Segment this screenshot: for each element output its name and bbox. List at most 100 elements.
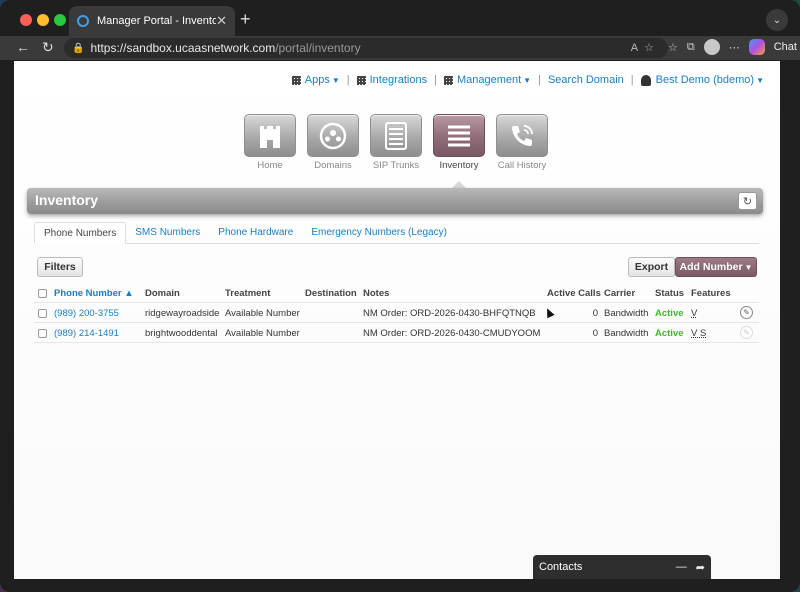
column-notes[interactable]: Notes: [363, 288, 389, 299]
contacts-panel[interactable]: Contacts — ➦: [533, 555, 711, 579]
active-calls-cell: 0: [592, 328, 598, 339]
tab-close-icon[interactable]: ✕: [216, 13, 227, 29]
user-menu[interactable]: Best Demo (bdemo) ▼: [640, 74, 764, 86]
read-aloud-favorite-icons[interactable]: A☆: [631, 41, 660, 54]
popout-arrow-icon[interactable]: ➦: [696, 561, 705, 574]
add-number-label: Add Number: [679, 261, 743, 273]
search-domain-link[interactable]: Search Domain: [548, 74, 624, 86]
list-icon: [433, 114, 485, 157]
inventory-header-bar: Inventory ↻: [27, 188, 763, 214]
treatment-cell: Available Number: [225, 308, 300, 319]
app-sip-trunks[interactable]: SIP Trunks: [370, 114, 422, 171]
user-icon: [640, 74, 651, 86]
edit-pencil-icon[interactable]: ✎: [740, 326, 753, 339]
top-navigation: Apps ▼ | Integrations | Management ▼ | Sea…: [291, 74, 764, 86]
features-cell[interactable]: V S: [691, 328, 706, 339]
column-active-calls[interactable]: Active Calls: [547, 288, 601, 299]
notes-cell: NM Order: ORD-2026-0430-CMUDYOOM: [363, 328, 541, 339]
site-icon: [77, 15, 89, 27]
address-toolbar: ← ↻ 🔒 https://sandbox.ucaasnetwork.com /…: [0, 36, 800, 60]
add-number-button[interactable]: Add Number ▼: [675, 257, 757, 277]
tab-bar: Manager Portal - Inventory ✕ + ⌄: [0, 0, 800, 36]
favorites-icon[interactable]: ☆: [668, 41, 678, 54]
sub-tab-bar: Phone Numbers SMS Numbers Phone Hardware…: [34, 222, 759, 244]
minimize-window-button[interactable]: [37, 14, 49, 26]
castle-icon: [244, 114, 296, 157]
domain-cell: ridgewayroadside: [145, 308, 220, 319]
page-content: Apps ▼ | Integrations | Management ▼ | Sea…: [14, 61, 780, 579]
apps-menu[interactable]: Apps ▼: [291, 74, 340, 86]
column-domain[interactable]: Domain: [145, 288, 180, 299]
phone-numbers-table: Phone Number ▲ Domain Treatment Destinat…: [34, 283, 759, 343]
app-inventory[interactable]: Inventory: [433, 114, 485, 171]
tab-emergency-numbers[interactable]: Emergency Numbers (Legacy): [302, 222, 456, 244]
column-phone-number[interactable]: Phone Number ▲: [54, 288, 134, 299]
management-menu[interactable]: Management ▼: [443, 74, 531, 86]
table-row[interactable]: (989) 214-1491 brightwooddental Availabl…: [34, 323, 759, 343]
grid-icon: [356, 75, 366, 85]
export-button[interactable]: Export: [628, 257, 675, 277]
app-label: Domains: [314, 160, 352, 171]
integrations-link[interactable]: Integrations: [356, 74, 427, 86]
filters-button[interactable]: Filters: [37, 257, 83, 277]
chat-button[interactable]: Chat: [774, 41, 797, 53]
app-label: Call History: [497, 160, 547, 171]
status-badge: Active: [655, 328, 684, 339]
copilot-icon[interactable]: [748, 39, 765, 55]
column-features[interactable]: Features: [691, 288, 731, 299]
carrier-cell: Bandwidth: [604, 328, 649, 339]
profile-avatar[interactable]: [703, 39, 720, 55]
notes-cell: NM Order: ORD-2026-0430-BHFQTNQB: [363, 308, 536, 319]
phone-number-link[interactable]: (989) 214-1491: [54, 328, 119, 339]
tab-phone-numbers[interactable]: Phone Numbers: [34, 222, 127, 244]
lock-icon: 🔒: [72, 42, 85, 54]
app-domains[interactable]: Domains: [307, 114, 359, 171]
more-menu-icon[interactable]: ⋯: [729, 41, 740, 54]
row-checkbox[interactable]: [38, 309, 47, 318]
tab-sms-numbers[interactable]: SMS Numbers: [126, 222, 209, 244]
server-icon: [370, 114, 422, 157]
active-calls-cell: 0: [592, 308, 598, 319]
apps-label: Apps: [304, 74, 330, 86]
column-treatment[interactable]: Treatment: [225, 288, 270, 299]
app-icon-bar: Home Domains SIP Trunks Inventory Call H…: [244, 114, 548, 171]
refresh-icon[interactable]: ↻: [738, 192, 757, 210]
close-window-button[interactable]: [20, 14, 32, 26]
collections-icon[interactable]: ⧉: [687, 41, 695, 54]
browser-window: Manager Portal - Inventory ✕ + ⌄ ← ↻ 🔒 h…: [0, 0, 800, 592]
zoom-window-button[interactable]: [54, 14, 66, 26]
column-carrier[interactable]: Carrier: [604, 288, 635, 299]
address-bar[interactable]: 🔒 https://sandbox.ucaasnetwork.com /port…: [64, 38, 668, 58]
table-header-row: Phone Number ▲ Domain Treatment Destinat…: [34, 283, 759, 303]
browser-tab[interactable]: Manager Portal - Inventory ✕: [69, 6, 235, 36]
treatment-cell: Available Number: [225, 328, 300, 339]
phone-number-link[interactable]: (989) 200-3755: [54, 308, 119, 319]
features-cell[interactable]: V: [691, 308, 697, 319]
edit-pencil-icon[interactable]: ✎: [740, 306, 753, 319]
page-title: Inventory: [35, 192, 99, 208]
tab-phone-hardware[interactable]: Phone Hardware: [209, 222, 302, 244]
column-destination[interactable]: Destination: [305, 288, 357, 299]
column-status[interactable]: Status: [655, 288, 684, 299]
active-app-pointer: [452, 181, 466, 188]
app-call-history[interactable]: Call History: [496, 114, 548, 171]
minimize-icon[interactable]: —: [676, 561, 687, 573]
row-checkbox[interactable]: [38, 329, 47, 338]
tab-menu-chevron-icon[interactable]: ⌄: [766, 9, 788, 31]
reload-icon[interactable]: ↻: [42, 39, 54, 56]
management-label: Management: [456, 74, 522, 86]
app-label: Inventory: [439, 160, 479, 171]
back-arrow-icon[interactable]: ←: [16, 39, 30, 55]
new-tab-button[interactable]: +: [240, 9, 251, 30]
user-label: Best Demo (bdemo): [655, 74, 755, 86]
grid-icon: [291, 75, 301, 85]
select-all-checkbox[interactable]: [38, 289, 47, 298]
phone-icon: [496, 114, 548, 157]
column-label: Phone Number: [54, 288, 122, 299]
caret-down-icon: ▼: [744, 262, 753, 272]
app-home[interactable]: Home: [244, 114, 296, 171]
table-row[interactable]: (989) 200-3755 ridgewayroadside Availabl…: [34, 303, 759, 323]
url-path: /portal/inventory: [275, 41, 361, 55]
status-badge: Active: [655, 308, 684, 319]
app-label: Home: [257, 160, 283, 171]
